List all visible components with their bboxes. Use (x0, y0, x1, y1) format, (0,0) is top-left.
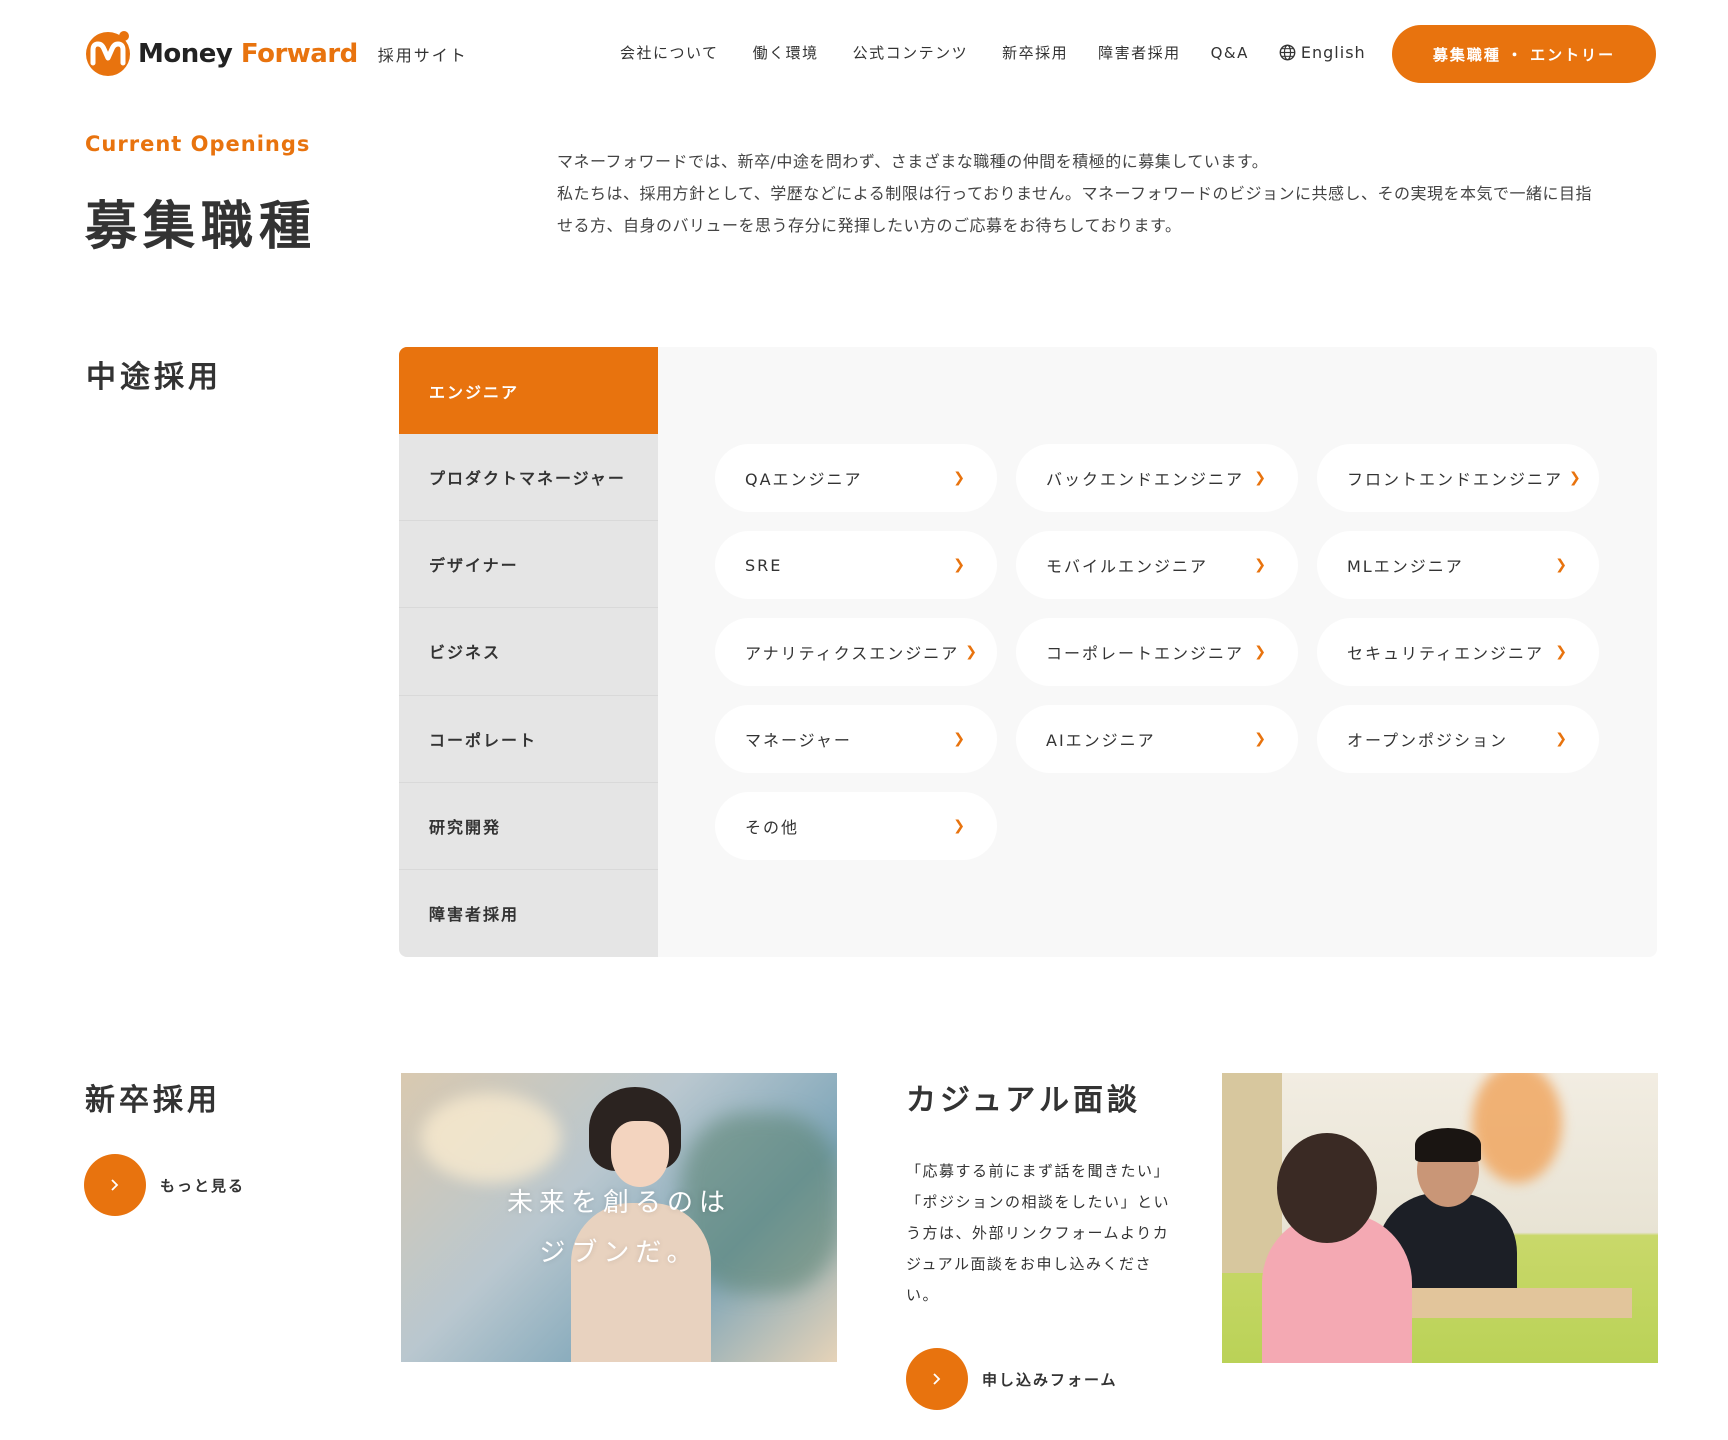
nav-qa[interactable]: Q&A (1211, 44, 1249, 62)
chevron-right-icon: ❯ (953, 818, 967, 834)
job-analytics-engineer[interactable]: アナリティクスエンジニア ❯ (715, 618, 997, 686)
more-button[interactable] (84, 1154, 146, 1216)
language-label: English (1300, 43, 1366, 62)
chevron-right-icon: ❯ (965, 644, 979, 660)
form-label: 申し込みフォーム (982, 1370, 1118, 1389)
category-business[interactable]: ビジネス (399, 608, 658, 696)
job-grid: QAエンジニア ❯ バックエンドエンジニア ❯ フロントエンドエンジニア ❯ SRE ❯… (715, 444, 1599, 860)
category-corporate[interactable]: コーポレート (399, 696, 658, 783)
chevron-right-icon: ❯ (1555, 557, 1569, 573)
logo-subtitle: 採用サイト (377, 46, 468, 65)
chevron-right-icon: ❯ (953, 557, 967, 573)
nav-contents[interactable]: 公式コンテンツ (853, 42, 969, 63)
job-frontend-engineer[interactable]: フロントエンドエンジニア ❯ (1317, 444, 1599, 512)
chevron-right-icon: ❯ (953, 731, 967, 747)
nav-new-grad[interactable]: 新卒採用 (1002, 42, 1068, 63)
category-engineer[interactable]: エンジニア (399, 347, 658, 435)
new-grad-more-link[interactable]: もっと見る (84, 1154, 245, 1216)
nav-about[interactable]: 会社について (620, 42, 719, 63)
intro-line: 私たちは、採用方針として、学歴などによる制限は行っておりません。マネーフォワード… (557, 184, 1593, 203)
category-research[interactable]: 研究開発 (399, 783, 658, 870)
casual-interview-image (1222, 1073, 1658, 1363)
intro-line: マネーフォワードでは、新卒/中途を問わず、さまざまな職種の仲間を積極的に募集して… (557, 152, 1269, 171)
logo[interactable]: Money Forward 採用サイト (84, 30, 468, 78)
job-other[interactable]: その他 ❯ (715, 792, 997, 860)
nav-disability[interactable]: 障害者採用 (1098, 42, 1181, 63)
chevron-right-icon: ❯ (1254, 470, 1268, 486)
main-nav: 会社について 働く環境 公式コンテンツ 新卒採用 障害者採用 Q&A Engli… (600, 42, 1396, 63)
job-open-position[interactable]: オープンポジション ❯ (1317, 705, 1599, 773)
new-grad-banner-image[interactable]: 未来を創るのは ジブンだ。 (401, 1073, 837, 1362)
job-qa-engineer[interactable]: QAエンジニア ❯ (715, 444, 997, 512)
chevron-right-icon: ❯ (1254, 557, 1268, 573)
entry-button[interactable]: 募集職種 ・ エントリー (1392, 25, 1656, 83)
job-corporate-engineer[interactable]: コーポレートエンジニア ❯ (1016, 618, 1298, 686)
intro-text: マネーフォワードでは、新卒/中途を問わず、さまざまな職種の仲間を積極的に募集して… (557, 146, 1657, 242)
banner-tagline: 未来を創るのは ジブンだ。 (506, 1188, 731, 1268)
category-disability[interactable]: 障害者採用 (399, 870, 658, 957)
job-ai-engineer[interactable]: AIエンジニア ❯ (1016, 705, 1298, 773)
job-backend-engineer[interactable]: バックエンドエンジニア ❯ (1016, 444, 1298, 512)
chevron-right-icon: ❯ (1254, 731, 1268, 747)
chevron-right-icon: ❯ (1555, 731, 1569, 747)
globe-icon (1279, 44, 1296, 61)
intro-line: せる方、自身のバリューを思う存分に発揮したい方のご応募をお待ちしております。 (557, 216, 1182, 235)
casual-form-link[interactable]: 申し込みフォーム (906, 1348, 1118, 1410)
category-list: エンジニア プロダクトマネージャー デザイナー ビジネス コーポレート 研究開発… (399, 347, 658, 957)
site-header: Money Forward 採用サイト 会社について 働く環境 公式コンテンツ … (0, 0, 1728, 110)
job-security-engineer[interactable]: セキュリティエンジニア ❯ (1317, 618, 1599, 686)
logo-wordmark: Money Forward (138, 39, 358, 69)
chevron-right-icon: ❯ (1569, 470, 1583, 486)
job-panel: エンジニア プロダクトマネージャー デザイナー ビジネス コーポレート 研究開発… (399, 347, 1657, 957)
nav-environment[interactable]: 働く環境 (753, 42, 819, 63)
chevron-right-icon (111, 1179, 119, 1191)
section-eyebrow: Current Openings (85, 132, 311, 156)
mid-career-title: 中途採用 (86, 360, 222, 395)
more-label: もっと見る (160, 1176, 246, 1195)
language-switch[interactable]: English (1279, 43, 1366, 62)
chevron-right-icon: ❯ (1555, 644, 1569, 660)
job-sre[interactable]: SRE ❯ (715, 531, 997, 599)
new-grad-title: 新卒採用 (85, 1083, 221, 1118)
chevron-right-icon: ❯ (953, 470, 967, 486)
category-designer[interactable]: デザイナー (399, 521, 658, 609)
casual-interview-title: カジュアル面談 (906, 1083, 1141, 1118)
page-title: 募集職種 (85, 197, 318, 257)
casual-interview-text: 「応募する前にまず話を聞きたい」「ポジションの相談をしたい」という方は、外部リン… (906, 1162, 1171, 1304)
money-forward-logo-icon (86, 31, 130, 76)
chevron-right-icon: ❯ (1254, 644, 1268, 660)
category-product-manager[interactable]: プロダクトマネージャー (399, 434, 658, 522)
job-mobile-engineer[interactable]: モバイルエンジニア ❯ (1016, 531, 1298, 599)
job-ml-engineer[interactable]: MLエンジニア ❯ (1317, 531, 1599, 599)
form-button[interactable] (906, 1348, 968, 1410)
chevron-right-icon (933, 1373, 941, 1385)
job-manager[interactable]: マネージャー ❯ (715, 705, 997, 773)
